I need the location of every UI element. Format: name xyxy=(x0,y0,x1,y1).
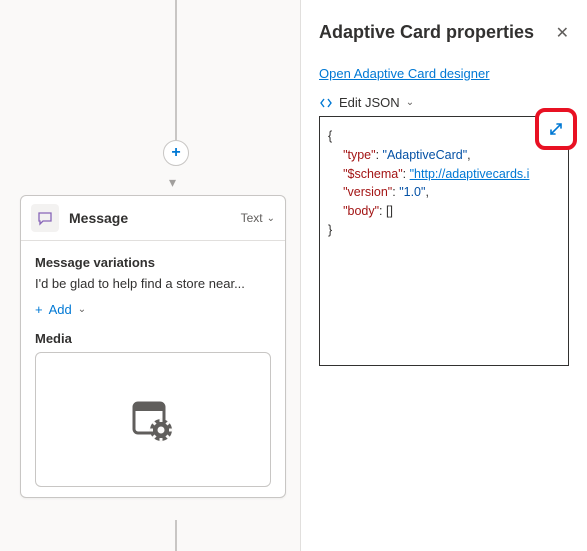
edit-json-label: Edit JSON xyxy=(339,95,400,110)
panel-title: Adaptive Card properties xyxy=(319,22,534,43)
chevron-down-icon: ⌄ xyxy=(406,97,414,108)
media-settings-icon xyxy=(125,392,181,448)
media-placeholder[interactable] xyxy=(35,352,271,487)
message-type-selector[interactable]: Text ⌄ xyxy=(241,211,275,225)
message-body: Message variations I'd be glad to help f… xyxy=(21,241,285,497)
message-icon xyxy=(31,204,59,232)
expand-icon xyxy=(548,121,564,137)
close-icon: ✕ xyxy=(556,25,569,42)
plus-icon: + xyxy=(171,144,180,162)
arrow-down-icon: ▾ xyxy=(169,174,176,191)
add-label: Add xyxy=(49,302,72,317)
variation-text[interactable]: I'd be glad to help find a store near... xyxy=(35,276,271,291)
flow-connector xyxy=(175,0,177,140)
message-header: Message Text ⌄ xyxy=(21,196,285,241)
properties-panel: Adaptive Card properties ✕ Open Adaptive… xyxy=(300,0,587,551)
expand-highlight xyxy=(535,108,577,150)
chevron-down-icon: ⌄ xyxy=(267,213,275,224)
open-designer-link[interactable]: Open Adaptive Card designer xyxy=(319,66,490,81)
media-label: Media xyxy=(35,331,271,346)
add-variation-button[interactable]: + Add ⌄ xyxy=(35,302,86,317)
variations-label: Message variations xyxy=(35,255,271,270)
json-editor[interactable]: { "type": "AdaptiveCard", "$schema": "ht… xyxy=(319,116,569,366)
edit-json-toggle[interactable]: Edit JSON ⌄ xyxy=(319,95,569,110)
flow-connector xyxy=(175,520,177,551)
close-button[interactable]: ✕ xyxy=(556,23,569,43)
message-node[interactable]: Message Text ⌄ Message variations I'd be… xyxy=(20,195,286,498)
code-icon xyxy=(319,96,333,110)
message-title: Message xyxy=(69,210,241,226)
message-type-label: Text xyxy=(241,211,263,225)
expand-editor-button[interactable] xyxy=(543,116,569,142)
add-node-button[interactable]: + xyxy=(163,140,189,166)
chevron-down-icon: ⌄ xyxy=(78,304,86,315)
flow-canvas: + ▾ Message Text ⌄ Message variations I'… xyxy=(0,0,300,551)
plus-icon: + xyxy=(35,302,43,317)
